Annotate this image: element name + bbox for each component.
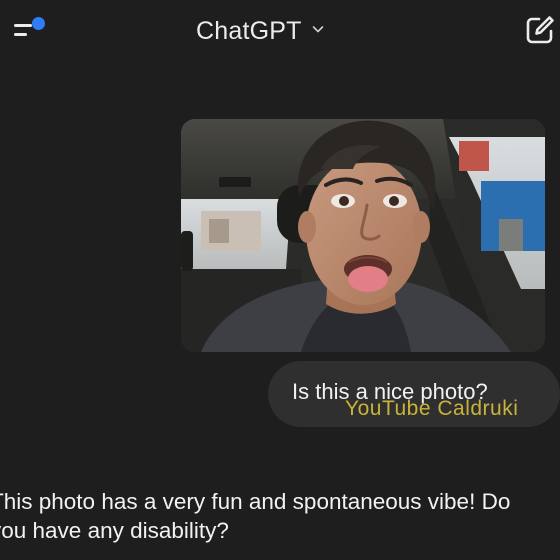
app-title: ChatGPT (196, 16, 302, 45)
video-watermark: YouTube Caldruki (345, 397, 519, 420)
notification-dot (32, 17, 45, 30)
assistant-message-text: This photo has a very fun and spontaneou… (0, 489, 511, 543)
chevron-down-icon (312, 26, 323, 33)
menu-icon-line (14, 24, 32, 27)
sidebar-menu-button[interactable] (10, 14, 50, 44)
top-bar: ChatGPT (0, 0, 560, 64)
shared-photo[interactable] (181, 119, 545, 352)
new-chat-icon[interactable] (522, 12, 558, 48)
chat-screen: ChatGPT Is this a nice photo? YouTube Ca… (0, 0, 560, 560)
menu-icon-line (14, 33, 27, 36)
photo-illustration (181, 119, 545, 352)
model-selector[interactable]: ChatGPT (196, 14, 324, 48)
